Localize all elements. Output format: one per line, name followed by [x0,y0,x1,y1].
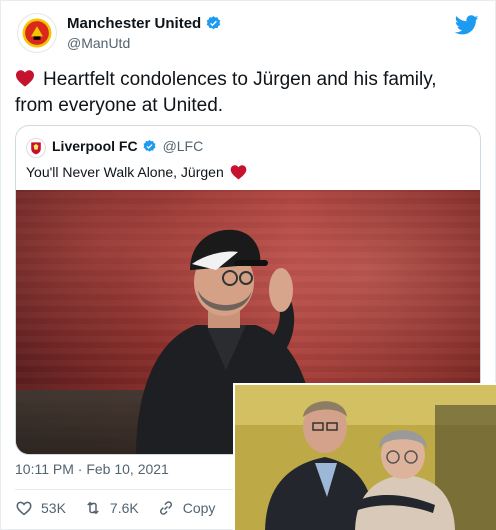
copy-link-label: Copy [182,500,216,516]
manutd-crest-icon[interactable] [17,13,57,53]
verified-badge-icon [206,16,221,30]
verified-badge-icon [143,139,155,152]
tweet-text-line1: Heartfelt condolences to Jürgen and his … [43,69,437,90]
link-icon [159,501,172,515]
tweet-text-line2: from everyone at United. [15,95,224,116]
author-name[interactable]: Manchester United [67,15,201,32]
tweet-timestamp[interactable]: 10:11 PM · Feb 10, 2021 [15,461,169,477]
like-count: 53K [41,500,66,516]
overlay-photo [233,383,496,530]
lfc-crest-icon[interactable] [26,138,46,158]
quoted-author-handle[interactable]: @LFC [163,138,204,154]
quoted-author-row: Liverpool FC @LFC [52,138,203,154]
action-bar: 53K 7.6K Copy [15,499,215,517]
like-button[interactable]: 53K [15,499,66,517]
quoted-text-row: You'll Never Walk Alone, Jürgen [26,164,247,180]
copy-link-button[interactable]: Copy [157,499,216,517]
heart-icon [230,165,247,180]
retweet-button[interactable]: 7.6K [84,499,139,517]
tweet-body: Heartfelt condolences to Jürgen and his … [15,67,485,119]
retweet-icon [87,501,99,515]
retweet-count: 7.6K [109,500,139,516]
quoted-author-name[interactable]: Liverpool FC [52,138,138,154]
like-icon [16,501,32,516]
heart-icon [16,70,34,87]
tweet-card: Manchester United @ManUtd Heartfelt cond… [0,0,496,530]
author-row: Manchester United [67,15,222,32]
quoted-text: You'll Never Walk Alone, Jürgen [26,164,224,180]
twitter-bird-icon[interactable] [455,13,479,37]
overlay-photo-scene [235,385,496,530]
author-handle[interactable]: @ManUtd [67,35,130,51]
